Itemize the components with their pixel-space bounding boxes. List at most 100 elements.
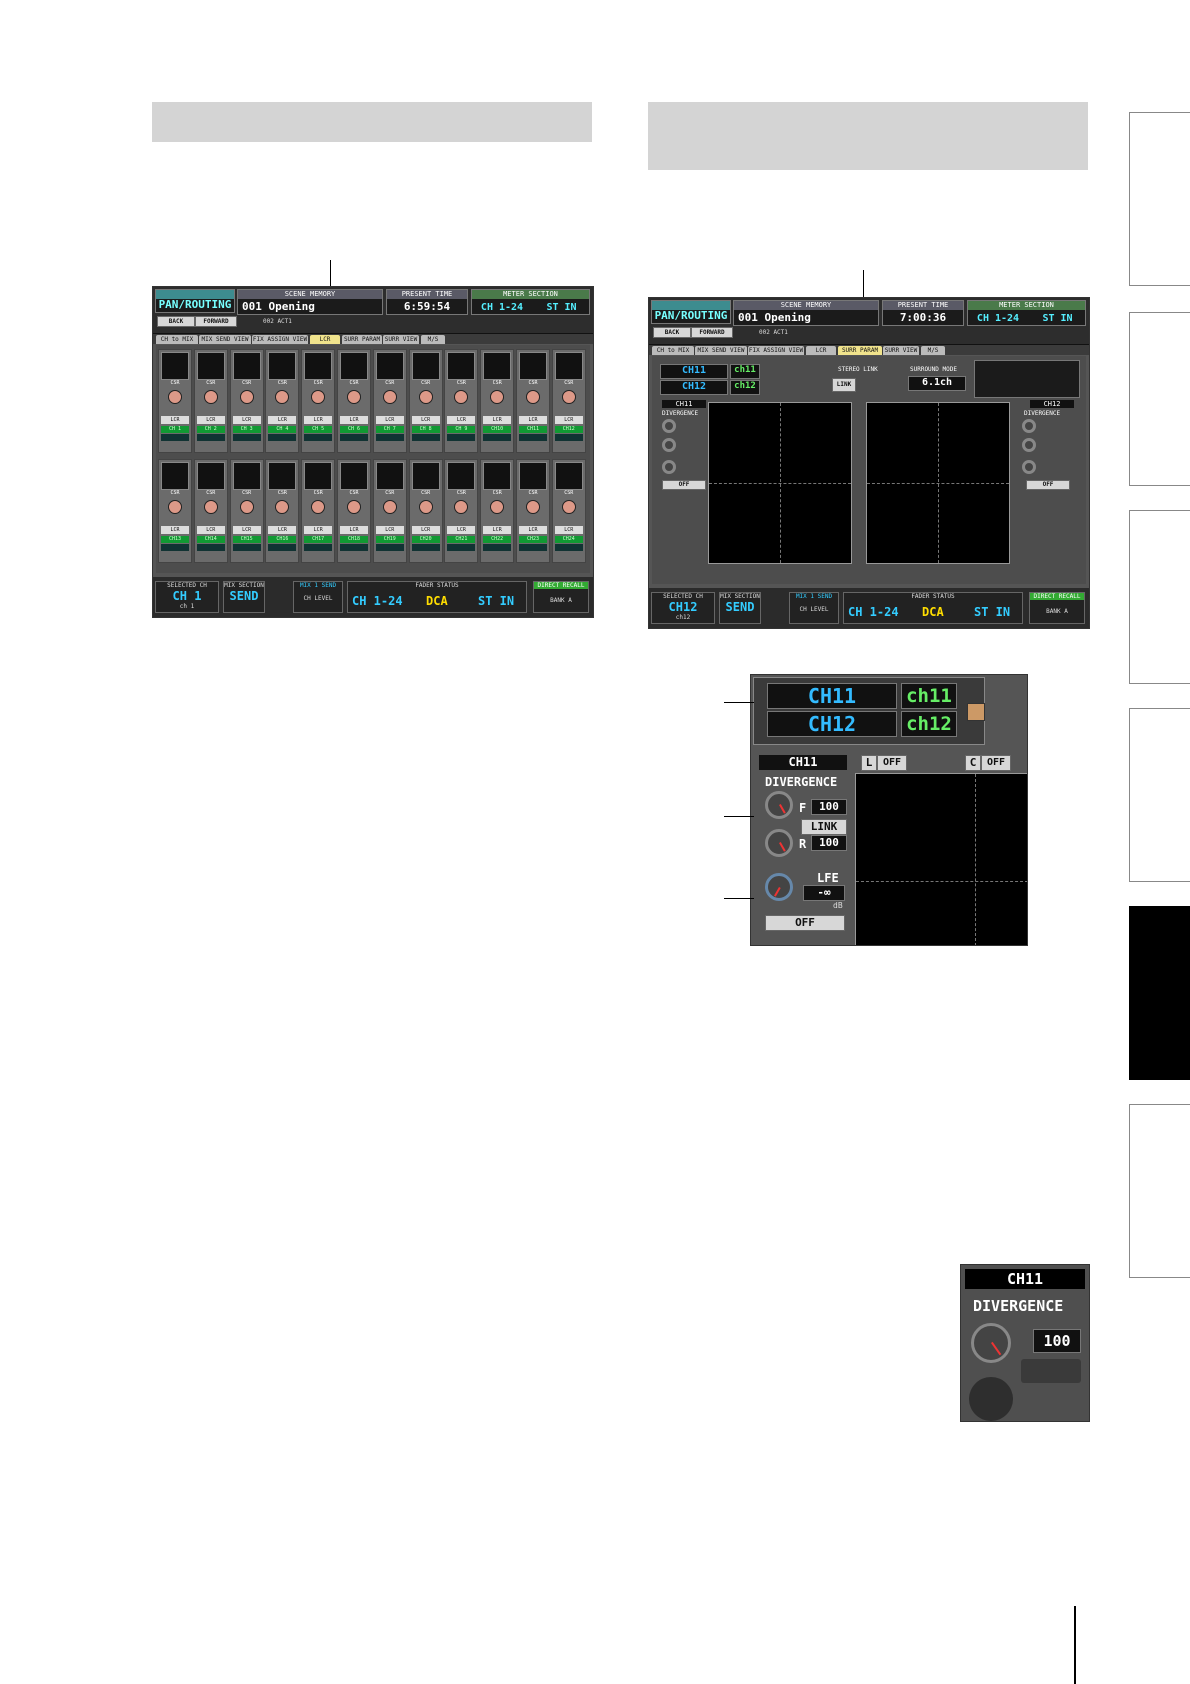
lcr-button[interactable]: LCR <box>268 526 297 534</box>
tab-mix-send-view[interactable]: MIX SEND VIEW <box>199 335 251 344</box>
divergence-f-knob[interactable] <box>765 791 793 819</box>
lfe-off-button[interactable]: OFF <box>765 915 845 931</box>
c-speaker-label[interactable]: C <box>965 755 981 771</box>
pan-grid-icon[interactable] <box>304 462 333 490</box>
channel-button[interactable]: CH18 <box>340 536 368 543</box>
lcr-button[interactable]: LCR <box>483 416 512 424</box>
channel-button[interactable]: CH 6 <box>340 426 368 433</box>
back-button[interactable]: BACK <box>653 327 691 338</box>
lcr-button[interactable]: LCR <box>554 416 583 424</box>
lcr-button[interactable]: LCR <box>161 416 189 424</box>
csr-knob[interactable] <box>382 500 397 514</box>
pan-grid-icon[interactable] <box>161 462 189 490</box>
pan-grid-icon[interactable] <box>554 462 583 490</box>
lcr-button[interactable]: LCR <box>268 416 297 424</box>
pan-grid-icon[interactable] <box>375 352 404 380</box>
csr-knob[interactable] <box>526 390 540 404</box>
fader-st[interactable]: ST IN <box>974 605 1010 619</box>
lcr-button[interactable]: LCR <box>340 526 368 534</box>
csr-knob[interactable] <box>382 390 397 404</box>
channel-button[interactable]: CH15 <box>232 536 261 543</box>
tab-surr-param[interactable]: SURR PARAM <box>838 346 882 355</box>
lfe-value[interactable]: -∞ <box>803 885 845 901</box>
pan-grid-icon[interactable] <box>447 462 476 490</box>
channel-button[interactable]: CH16 <box>268 536 297 543</box>
csr-knob[interactable] <box>275 500 290 514</box>
channel-button[interactable]: CH10 <box>483 426 512 433</box>
lcr-button[interactable]: LCR <box>411 416 440 424</box>
fader-ch[interactable]: CH 1-24 <box>848 605 899 619</box>
csr-knob[interactable] <box>561 390 576 404</box>
pan-grid-icon[interactable] <box>519 352 547 380</box>
pan-grid-icon[interactable] <box>304 352 333 380</box>
surround-mode-value[interactable]: 6.1ch <box>908 376 966 391</box>
mix-send-box[interactable]: MIX 1 SEND CH LEVEL <box>293 581 343 613</box>
pan-grid-icon[interactable] <box>447 352 476 380</box>
tab-ms[interactable]: M/S <box>921 346 945 355</box>
forward-button[interactable]: FORWARD <box>691 327 733 338</box>
tab-fix-assign-view[interactable]: FIX ASSIGN VIEW <box>252 335 308 344</box>
lcr-button[interactable]: LCR <box>447 526 476 534</box>
meter-channels[interactable]: CH 1-24 <box>968 313 1028 324</box>
pan-grid-icon[interactable] <box>196 462 225 490</box>
stereo-link-button[interactable]: LINK <box>832 378 856 392</box>
fader-dca[interactable]: DCA <box>922 605 944 619</box>
l-speaker-label[interactable]: L <box>861 755 877 771</box>
channel-button[interactable]: CH21 <box>447 536 476 543</box>
channel-button[interactable]: CH 9 <box>447 426 476 433</box>
lcr-button[interactable]: LCR <box>519 416 547 424</box>
back-button[interactable]: BACK <box>157 316 195 327</box>
right-lfe-knob[interactable] <box>1022 460 1036 474</box>
r-value[interactable]: 100 <box>811 835 847 851</box>
ch11-box[interactable]: CH11 <box>767 683 897 709</box>
pan-grid-icon[interactable] <box>232 352 261 380</box>
channel-button[interactable]: CH23 <box>519 536 547 543</box>
csr-knob[interactable] <box>526 500 540 514</box>
lcr-button[interactable]: LCR <box>304 526 333 534</box>
channel-button[interactable]: CH 8 <box>411 426 440 433</box>
csr-knob[interactable] <box>168 500 182 514</box>
channel-button[interactable]: CH22 <box>483 536 512 543</box>
channel-button[interactable]: CH 1 <box>161 426 189 433</box>
side-tab-6[interactable] <box>1129 1104 1190 1278</box>
csr-knob[interactable] <box>418 500 433 514</box>
lcr-button[interactable]: LCR <box>375 416 404 424</box>
ch-left-box[interactable]: CH11 <box>660 364 728 379</box>
channel-button[interactable]: CH 4 <box>268 426 297 433</box>
tab-surr-view[interactable]: SURR VIEW <box>383 335 419 344</box>
pan-grid-icon[interactable] <box>554 352 583 380</box>
direct-recall-box[interactable]: DIRECT RECALL BANK A <box>1029 592 1085 624</box>
left-lfe-off-button[interactable]: OFF <box>662 480 706 490</box>
channel-button[interactable]: CH20 <box>411 536 440 543</box>
pan-grid-icon[interactable] <box>375 462 404 490</box>
ch12-box[interactable]: CH12 <box>767 711 897 737</box>
pan-grid-icon[interactable] <box>268 462 297 490</box>
small-divergence-knob[interactable] <box>971 1323 1011 1363</box>
meter-st-in[interactable]: ST IN <box>534 302 589 313</box>
lcr-button[interactable]: LCR <box>340 416 368 424</box>
ch-right-box[interactable]: CH12 <box>660 380 728 395</box>
channel-button[interactable]: CH17 <box>304 536 333 543</box>
meter-channels[interactable]: CH 1-24 <box>472 302 532 313</box>
csr-knob[interactable] <box>490 390 505 404</box>
pan-grid-icon[interactable] <box>268 352 297 380</box>
fader-st[interactable]: ST IN <box>478 594 514 608</box>
side-tab-3[interactable] <box>1129 510 1190 684</box>
csr-knob[interactable] <box>239 390 254 404</box>
pan-grid-icon[interactable] <box>340 352 368 380</box>
tab-ch-to-mix[interactable]: CH to MIX <box>156 335 198 344</box>
channel-button[interactable]: CH 2 <box>196 426 225 433</box>
tab-fix-assign-view[interactable]: FIX ASSIGN VIEW <box>748 346 804 355</box>
forward-button[interactable]: FORWARD <box>195 316 237 327</box>
channel-button[interactable]: CH14 <box>196 536 225 543</box>
csr-knob[interactable] <box>203 390 218 404</box>
csr-knob[interactable] <box>454 500 469 514</box>
pan-grid-icon[interactable] <box>483 462 512 490</box>
tab-surr-view[interactable]: SURR VIEW <box>883 346 919 355</box>
pan-grid-icon[interactable] <box>161 352 189 380</box>
direct-recall-box[interactable]: DIRECT RECALL BANK A <box>533 581 589 613</box>
csr-knob[interactable] <box>490 500 505 514</box>
lcr-button[interactable]: LCR <box>196 416 225 424</box>
tab-mix-send-view[interactable]: MIX SEND VIEW <box>695 346 747 355</box>
pan-grid-icon[interactable] <box>483 352 512 380</box>
